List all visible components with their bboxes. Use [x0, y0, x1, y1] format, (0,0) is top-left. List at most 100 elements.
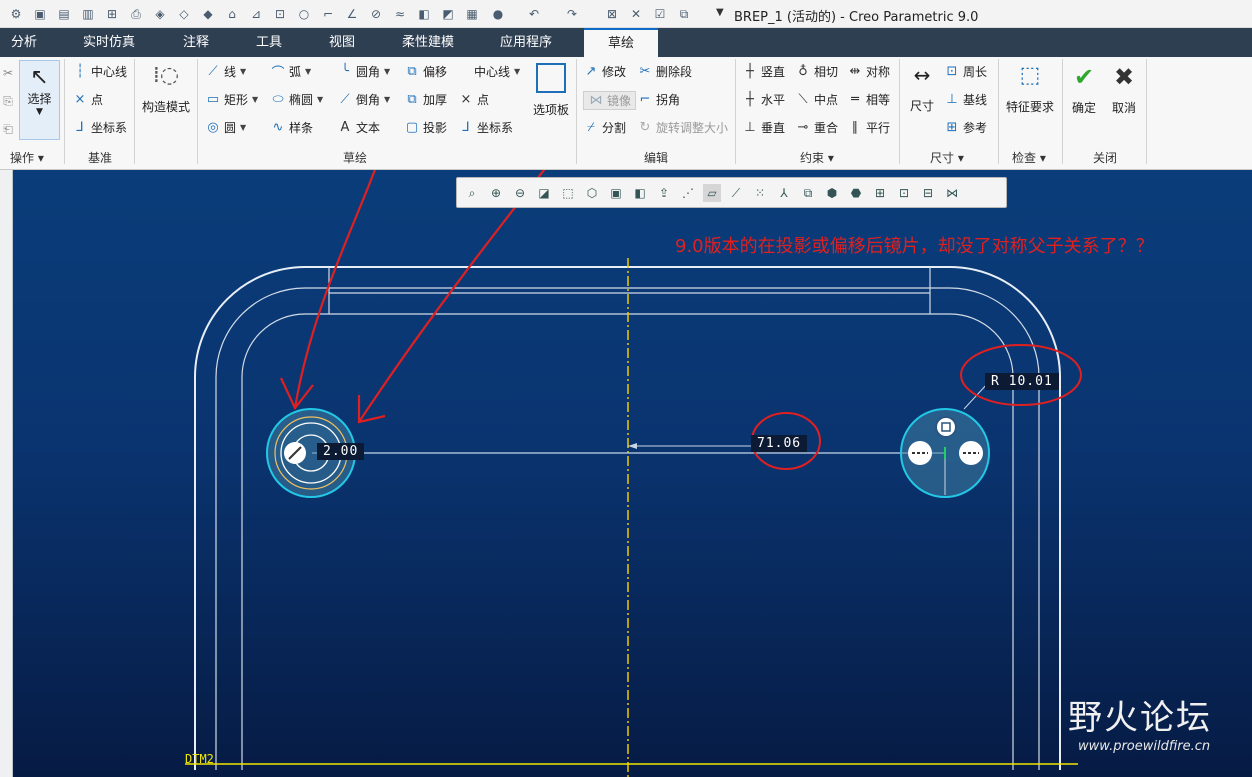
network-icon[interactable]: ⋈ — [943, 184, 961, 202]
left-panel-strip[interactable] — [0, 170, 13, 777]
radius-dimension-label[interactable]: R 10.01 — [985, 373, 1059, 390]
shaded-icon[interactable]: ⬢ — [823, 184, 841, 202]
palette-button[interactable]: 选项板 — [528, 63, 574, 118]
sketch-centerline-button[interactable]: 中心线 ▼ — [474, 63, 520, 80]
close-icon[interactable]: ✕ — [628, 6, 644, 22]
tab-annotate[interactable]: 注释 — [183, 28, 209, 57]
annotation-display-icon[interactable]: ⊟ — [919, 184, 937, 202]
saved-views-icon[interactable]: ⬡ — [583, 184, 601, 202]
copy-icon[interactable]: ⎘ — [0, 93, 16, 109]
paste-icon[interactable]: ⎗ — [0, 121, 16, 137]
axis-display-icon[interactable]: ⊡ — [272, 6, 288, 22]
sketch-display-icon[interactable]: ∠ — [344, 6, 360, 22]
color-icon[interactable]: ◧ — [416, 6, 432, 22]
section-icon[interactable]: ⊞ — [871, 184, 889, 202]
wave-icon[interactable]: ≈ — [392, 6, 408, 22]
offset-button[interactable]: ⧉ 偏移 — [404, 63, 447, 80]
fillet-button[interactable]: ╰ 圆角 ▼ — [337, 63, 390, 80]
text-button[interactable]: A 文本 — [337, 119, 380, 136]
cancel-button[interactable]: ✖ 取消 — [1106, 63, 1142, 116]
orientation-icon[interactable]: ⬚ — [559, 184, 577, 202]
save-icon[interactable]: ▣ — [32, 6, 48, 22]
csys-display-icon[interactable]: ⌐ — [320, 6, 336, 22]
circle-button[interactable]: ◎ 圆 ▼ — [205, 119, 246, 136]
tab-sketch[interactable]: 草绘 — [584, 28, 658, 57]
reference-button[interactable]: ⊞ 参考 — [944, 119, 987, 136]
model-tree-icon[interactable]: ⊞ — [104, 6, 120, 22]
zoom-in-icon[interactable]: ⊕ — [487, 184, 505, 202]
horizontal-constraint-button[interactable]: ┼ 水平 — [742, 91, 785, 108]
camera-icon[interactable]: ▣ — [607, 184, 625, 202]
chamfer-button[interactable]: ⟋ 倒角 ▼ — [337, 91, 390, 108]
parallel-constraint-button[interactable]: ∥ 平行 — [847, 119, 890, 136]
title-dropdown-icon[interactable]: ▼ — [716, 7, 724, 18]
ellipse-button[interactable]: ⬭ 椭圆 ▼ — [270, 91, 323, 108]
divide-button[interactable]: ⌿ 分割 — [583, 119, 626, 136]
line-button[interactable]: ⟋ 线 ▼ — [205, 63, 246, 80]
point-display-icon[interactable]: ○ — [296, 6, 312, 22]
datum-display-icon[interactable]: ⌂ — [224, 6, 240, 22]
sketch-canvas[interactable] — [13, 170, 1252, 777]
vertical-constraint-button[interactable]: ┼ 竖直 — [742, 63, 785, 80]
backup-icon[interactable]: ▥ — [80, 6, 96, 22]
zoom-out-icon[interactable]: ⊖ — [511, 184, 529, 202]
spline-button[interactable]: ∿ 样条 — [270, 119, 313, 136]
select-button[interactable]: ↖ 选择 ▼ — [19, 60, 60, 140]
perimeter-button[interactable]: ⊡ 周长 — [944, 63, 987, 80]
dimension-button[interactable]: ↔ 尺寸 — [903, 63, 941, 114]
project-button[interactable]: ▢ 投影 — [404, 119, 447, 136]
operations-group-label[interactable]: 操作 ▾ — [10, 149, 44, 166]
grid-display-icon[interactable]: ⅄ — [775, 184, 793, 202]
render-icon[interactable]: ◆ — [200, 6, 216, 22]
midpoint-constraint-button[interactable]: ⟍ 中点 — [795, 91, 838, 108]
perspective-icon[interactable]: ⇪ — [655, 184, 673, 202]
tangent-constraint-button[interactable]: ♁ 相切 — [795, 63, 838, 80]
thicken-button[interactable]: ⧉ 加厚 — [404, 91, 447, 108]
corner-button[interactable]: ⌐ 拐角 — [637, 91, 680, 108]
cube-icon[interactable]: ⬣ — [847, 184, 865, 202]
display-icon[interactable]: ◈ — [152, 6, 168, 22]
arc-button[interactable]: ⌒ 弧 ▼ — [270, 63, 311, 81]
tab-analysis[interactable]: 分析 — [11, 28, 37, 57]
rotate-resize-button[interactable]: ↻ 旋转调整大小 — [637, 119, 728, 136]
modify-button[interactable]: ↗ 修改 — [583, 63, 626, 80]
perpendicular-constraint-button[interactable]: ⊥ 垂直 — [742, 119, 785, 136]
constraint-display-icon[interactable]: ⋰ — [679, 184, 697, 202]
undo-icon[interactable]: ↶ — [526, 6, 542, 22]
repaint-icon[interactable]: ◪ — [535, 184, 553, 202]
construction-mode-button[interactable]: ⁞◌ 构造模式 — [138, 63, 194, 115]
datum-centerline-button[interactable]: ┆ 中心线 — [72, 63, 127, 80]
save-copy-icon[interactable]: ▤ — [56, 6, 72, 22]
delete-segment-button[interactable]: ✂ 删除段 — [637, 63, 692, 80]
sketch-point-button[interactable]: × 点 — [458, 91, 489, 108]
appearance-icon[interactable]: ◇ — [176, 6, 192, 22]
plane-display-icon[interactable]: ⊿ — [248, 6, 264, 22]
tab-flexible-modeling[interactable]: 柔性建模 — [402, 28, 454, 57]
print-icon[interactable]: ⎙ — [128, 6, 144, 22]
windows-icon[interactable]: ⧉ — [676, 6, 692, 22]
constrain-group-label[interactable]: 约束 ▾ — [800, 149, 834, 166]
graphics-viewport[interactable]: ⌕ ⊕ ⊖ ◪ ⬚ ⬡ ▣ ◧ ⇪ ⋰ ▱ ⟋ ⁙ ⅄ ⧉ ⬢ ⬣ ⊞ ⊡ ⊟ … — [13, 170, 1252, 777]
refit-icon[interactable]: ⌕ — [463, 184, 481, 202]
regenerate-icon[interactable]: ⚙ — [8, 6, 24, 22]
tab-tools[interactable]: 工具 — [256, 28, 282, 57]
feature-requirements-button[interactable]: ⬚ 特征要求 — [1002, 63, 1058, 115]
redo-icon[interactable]: ↷ — [564, 6, 580, 22]
tab-live-simulation[interactable]: 实时仿真 — [83, 28, 135, 57]
sphere-icon[interactable]: ● — [490, 6, 506, 22]
ok-button[interactable]: ✔ 确定 — [1066, 63, 1102, 116]
close-window-icon[interactable]: ⊠ — [604, 6, 620, 22]
dimension-group-label[interactable]: 尺寸 ▾ — [930, 149, 964, 166]
symmetric-constraint-button[interactable]: ⇹ 对称 — [847, 63, 890, 80]
shade-icon[interactable]: ◩ — [440, 6, 456, 22]
sketch-view-icon[interactable]: ▱ — [703, 184, 721, 202]
cut-icon[interactable]: ✂ — [0, 65, 16, 81]
tab-view[interactable]: 视图 — [329, 28, 355, 57]
left-dimension-label[interactable]: 2.00 — [317, 443, 365, 460]
coincident-constraint-button[interactable]: ⊸ 重合 — [795, 119, 838, 136]
spin-center-icon[interactable]: ⊡ — [895, 184, 913, 202]
datum-plane-icon[interactable]: ⧉ — [799, 184, 817, 202]
grid-icon[interactable]: ▦ — [464, 6, 480, 22]
display-style-icon[interactable]: ◧ — [631, 184, 649, 202]
dimension-display-icon[interactable]: ⟋ — [727, 184, 745, 202]
